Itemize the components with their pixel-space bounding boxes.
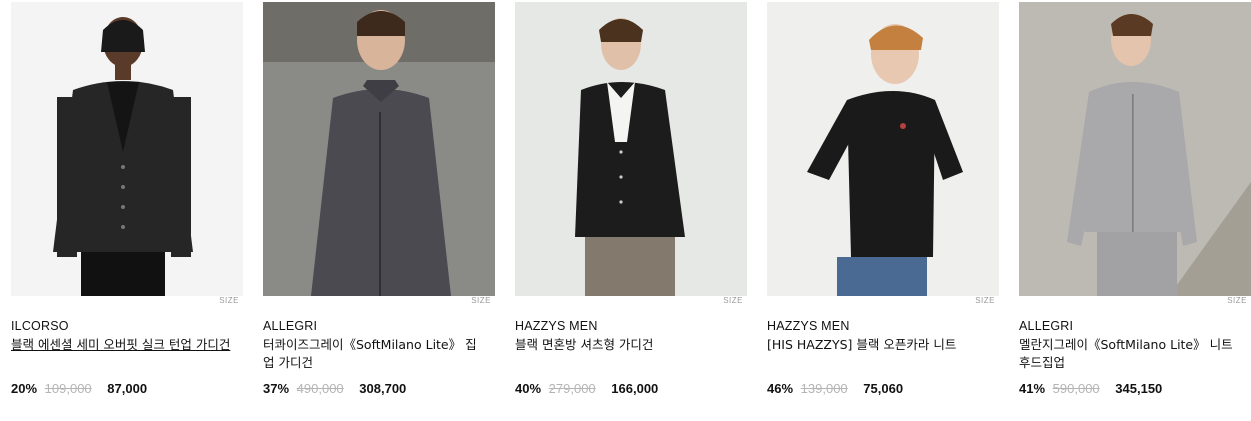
original-price: 279,000: [548, 381, 596, 396]
price-row: 41% 590,000 345,150: [1019, 381, 1162, 396]
product-name[interactable]: [HIS HAZZYS] 블랙 오픈카라 니트: [767, 336, 991, 354]
product-card[interactable]: SIZE ILCORSO 블랙 에센셜 세미 오버핏 실크 턴업 가디건 20%…: [11, 0, 243, 421]
product-name[interactable]: 블랙 면혼방 셔츠형 가디건: [515, 336, 739, 354]
product-brand[interactable]: HAZZYS MEN: [767, 319, 850, 333]
discount-rate: 41%: [1019, 381, 1046, 396]
price-row: 46% 139,000 75,060: [767, 381, 903, 396]
price-row: 37% 490,000 308,700: [263, 381, 406, 396]
original-price: 109,000: [44, 381, 92, 396]
product-brand[interactable]: ILCORSO: [11, 319, 69, 333]
price-row: 40% 279,000 166,000: [515, 381, 658, 396]
product-image[interactable]: [11, 2, 243, 296]
product-card[interactable]: SIZE HAZZYS MEN 블랙 면혼방 셔츠형 가디건 40% 279,0…: [515, 0, 747, 421]
discount-rate: 46%: [767, 381, 794, 396]
sale-price: 308,700: [359, 381, 407, 396]
sale-price: 75,060: [863, 381, 904, 396]
size-label[interactable]: SIZE: [471, 296, 491, 305]
discount-rate: 20%: [11, 381, 38, 396]
size-label[interactable]: SIZE: [723, 296, 743, 305]
product-image[interactable]: [1019, 2, 1251, 296]
product-card[interactable]: SIZE HAZZYS MEN [HIS HAZZYS] 블랙 오픈카라 니트 …: [767, 0, 999, 421]
size-label[interactable]: SIZE: [219, 296, 239, 305]
discount-rate: 37%: [263, 381, 290, 396]
product-image[interactable]: [263, 2, 495, 296]
price-row: 20% 109,000 87,000: [11, 381, 147, 396]
product-photo-model-grey-zip-cardigan: [263, 2, 495, 296]
product-photo-model-black-knit-shirt: [767, 2, 999, 296]
product-photo-model-grey-hoodie: [1019, 2, 1251, 296]
product-image[interactable]: [767, 2, 999, 296]
discount-rate: 40%: [515, 381, 542, 396]
product-image[interactable]: [515, 2, 747, 296]
original-price: 590,000: [1052, 381, 1100, 396]
product-grid: SIZE ILCORSO 블랙 에센셜 세미 오버핏 실크 턴업 가디건 20%…: [0, 0, 1251, 421]
product-brand[interactable]: HAZZYS MEN: [515, 319, 598, 333]
product-card[interactable]: SIZE ALLEGRI 멜란지그레이《SoftMilano Lite》 니트 …: [1019, 0, 1251, 421]
original-price: 490,000: [296, 381, 344, 396]
product-photo-model-black-cardigan: [11, 2, 243, 296]
size-label[interactable]: SIZE: [975, 296, 995, 305]
original-price: 139,000: [800, 381, 848, 396]
product-brand[interactable]: ALLEGRI: [1019, 319, 1073, 333]
product-name[interactable]: 멜란지그레이《SoftMilano Lite》 니트 후드집업: [1019, 336, 1243, 372]
product-card[interactable]: SIZE ALLEGRI 터콰이즈그레이《SoftMilano Lite》 집업…: [263, 0, 495, 421]
size-label[interactable]: SIZE: [1227, 296, 1247, 305]
sale-price: 345,150: [1115, 381, 1163, 396]
product-photo-model-black-shirt-cardigan: [515, 2, 747, 296]
product-name[interactable]: 블랙 에센셜 세미 오버핏 실크 턴업 가디건: [11, 336, 235, 354]
product-name[interactable]: 터콰이즈그레이《SoftMilano Lite》 집업 가디건: [263, 336, 487, 372]
sale-price: 166,000: [611, 381, 659, 396]
sale-price: 87,000: [107, 381, 148, 396]
product-brand[interactable]: ALLEGRI: [263, 319, 317, 333]
